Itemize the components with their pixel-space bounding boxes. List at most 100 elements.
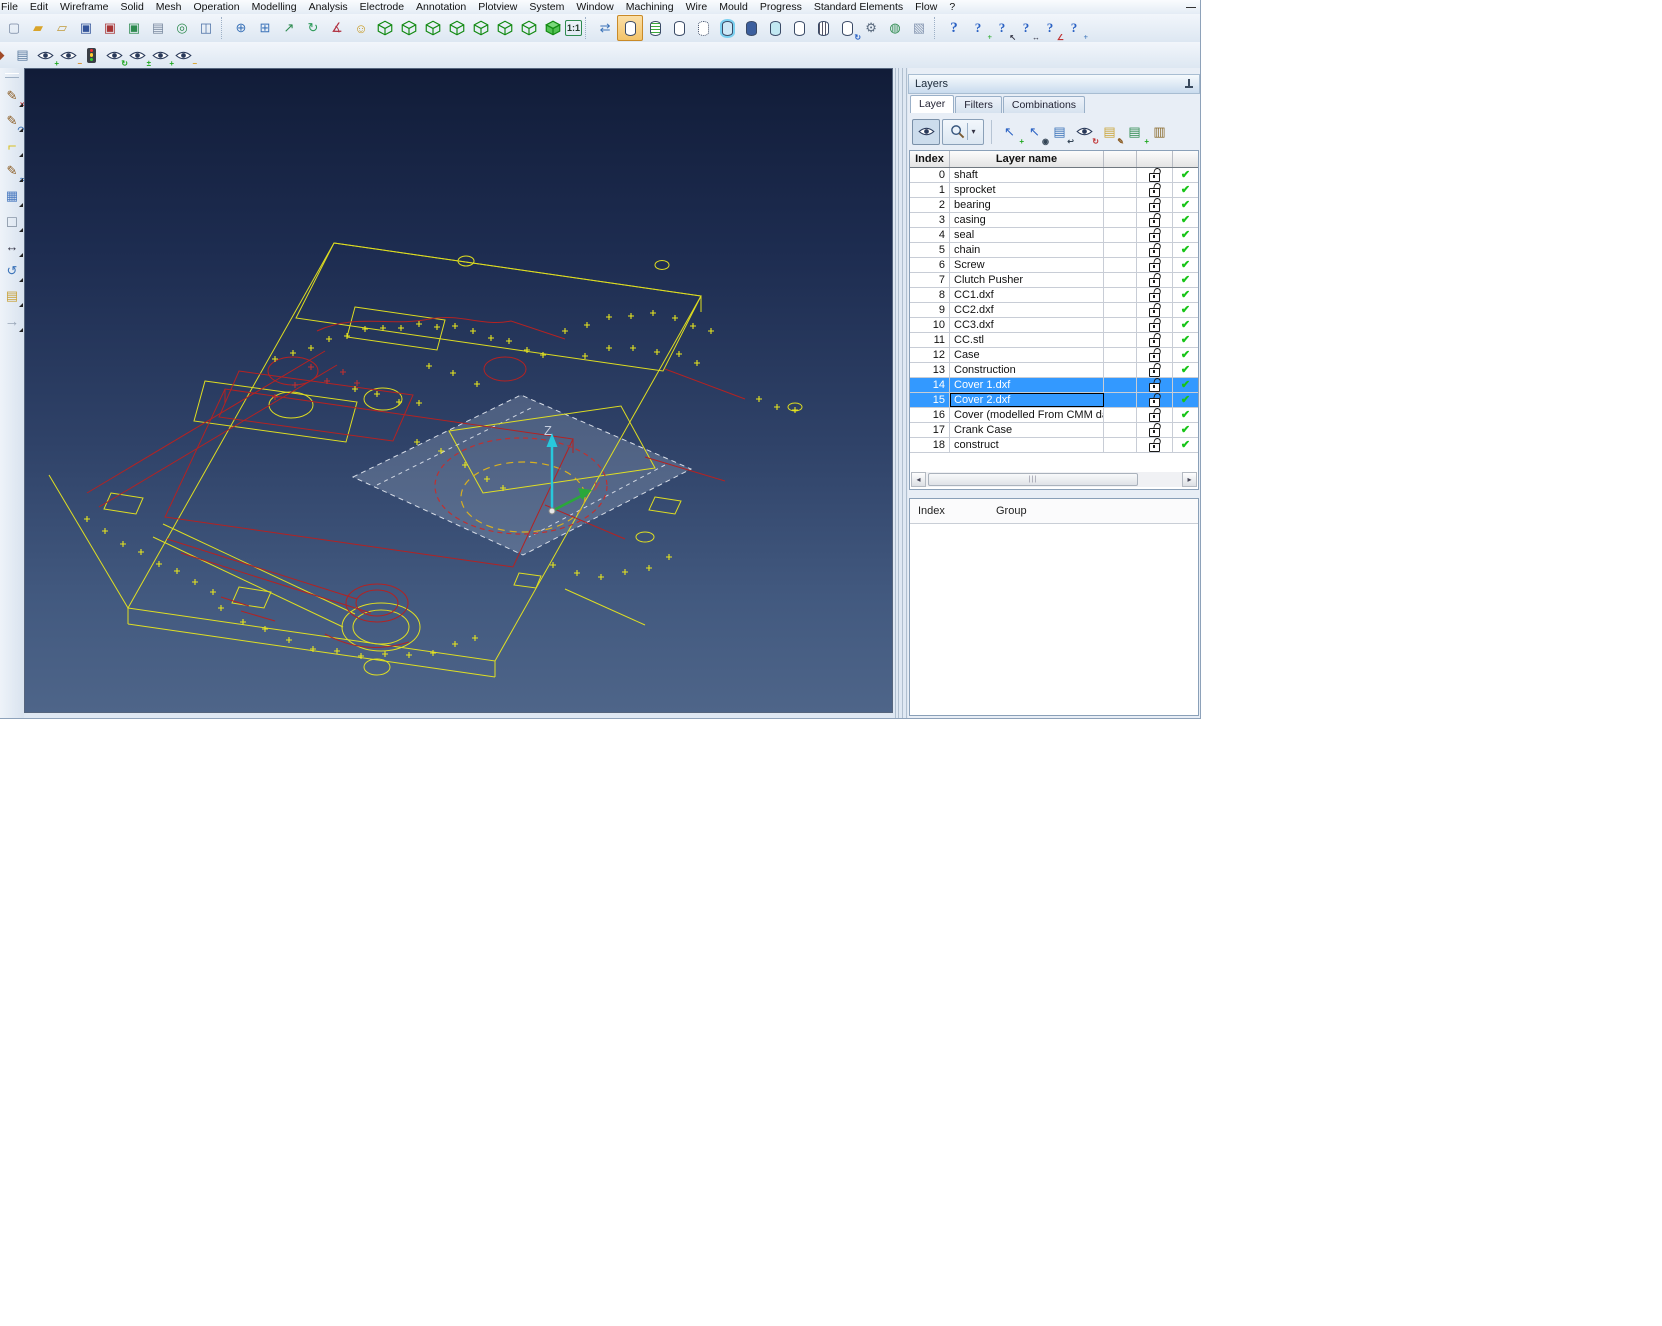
transparent-mode-icon[interactable]: [763, 16, 787, 40]
dimension-tool[interactable]: ↔: [2, 235, 23, 257]
rotate-view-icon[interactable]: ↻: [301, 16, 325, 40]
menu-item[interactable]: Window: [570, 1, 619, 13]
refresh-visibility-icon[interactable]: ↻: [103, 44, 126, 66]
menu-item[interactable]: Edit: [24, 1, 54, 13]
visible-check-icon[interactable]: ✔: [1181, 410, 1190, 421]
find-layer-button[interactable]: ▾: [942, 119, 984, 145]
help-add-icon[interactable]: ?+: [966, 16, 990, 40]
menu-item[interactable]: Analysis: [303, 1, 354, 13]
move-to-layer-icon[interactable]: ▤↩: [1047, 120, 1072, 144]
pan-icon[interactable]: ↗: [277, 16, 301, 40]
hide-all-icon[interactable]: −: [172, 44, 195, 66]
column-header-group[interactable]: Group: [996, 505, 1198, 517]
unlocked-icon[interactable]: [1149, 353, 1160, 362]
unlocked-icon[interactable]: [1149, 428, 1160, 437]
show-layer-entities-button[interactable]: [912, 119, 940, 145]
snapshot-icon[interactable]: ▤: [11, 44, 34, 66]
unlocked-icon[interactable]: [1149, 398, 1160, 407]
pin-icon[interactable]: [1183, 79, 1193, 89]
layer-row[interactable]: 10 CC3.dxf ✔: [910, 318, 1198, 333]
help-angle-icon[interactable]: ?∠: [1038, 16, 1062, 40]
unlocked-icon[interactable]: [1149, 413, 1160, 422]
layer-row[interactable]: 0 shaft ✔: [910, 168, 1198, 183]
unlocked-icon[interactable]: [1149, 218, 1160, 227]
visible-check-icon[interactable]: ✔: [1181, 365, 1190, 376]
print-icon[interactable]: ▤: [146, 16, 170, 40]
menu-item[interactable]: Plotview: [472, 1, 523, 13]
tab-filters[interactable]: Filters: [955, 96, 1002, 113]
cam-tool[interactable]: ▤: [2, 285, 23, 307]
layer-row[interactable]: 15 Cover 2.dxf ✔: [910, 393, 1198, 408]
visible-check-icon[interactable]: ✔: [1181, 395, 1190, 406]
column-header-blank[interactable]: [1104, 151, 1137, 167]
menu-item[interactable]: Flow: [909, 1, 943, 13]
entity-filter-icon[interactable]: [80, 44, 103, 66]
scrollbar-thumb[interactable]: |||: [928, 473, 1138, 486]
surface-tool[interactable]: ▦: [2, 185, 23, 207]
redline-icon[interactable]: ◆: [0, 44, 11, 66]
shaded-view-icon[interactable]: ☺: [349, 16, 373, 40]
visible-check-icon[interactable]: ✔: [1181, 305, 1190, 316]
column-header-layer-name[interactable]: Layer name: [950, 151, 1104, 167]
add-to-selection-icon[interactable]: ↖+: [997, 120, 1022, 144]
save-icon[interactable]: ▣: [74, 16, 98, 40]
tab-combinations[interactable]: Combinations: [1003, 96, 1085, 113]
layer-row[interactable]: 16 Cover (modelled From CMM dat ✔: [910, 408, 1198, 423]
edit-spline-tool[interactable]: ✎≈: [2, 160, 23, 182]
front-view-icon[interactable]: [397, 16, 421, 40]
shaded-wire-mode-icon[interactable]: [715, 16, 739, 40]
edit-point-tool[interactable]: ✎×: [2, 85, 23, 107]
layer-row[interactable]: 2 bearing ✔: [910, 198, 1198, 213]
regen-icon[interactable]: ⇄: [593, 16, 617, 40]
save-as-icon[interactable]: ▣: [98, 16, 122, 40]
unlocked-icon[interactable]: [1149, 263, 1160, 272]
column-header-index[interactable]: Index: [910, 151, 950, 167]
select-visible-icon[interactable]: ↖◉: [1022, 120, 1047, 144]
back-view-icon[interactable]: [421, 16, 445, 40]
menu-item[interactable]: Mould: [713, 1, 754, 13]
top-view-icon[interactable]: [493, 16, 517, 40]
visible-check-icon[interactable]: ✔: [1181, 215, 1190, 226]
visible-check-icon[interactable]: ✔: [1181, 440, 1190, 451]
shaded-mode-icon[interactable]: [739, 16, 763, 40]
analysis-tool[interactable]: ↺: [2, 260, 23, 282]
layer-row[interactable]: 17 Crank Case ✔: [910, 423, 1198, 438]
unlocked-icon[interactable]: [1149, 278, 1160, 287]
visible-check-icon[interactable]: ✔: [1181, 170, 1190, 181]
flat-mode-icon[interactable]: [787, 16, 811, 40]
context-arrow-tool[interactable]: →: [2, 310, 23, 332]
new-file-icon[interactable]: ▢: [2, 16, 26, 40]
unlocked-icon[interactable]: [1149, 443, 1160, 452]
viewport-3d[interactable]: Z y: [24, 68, 893, 713]
panel-splitter[interactable]: [893, 68, 908, 718]
help-icon[interactable]: ?: [942, 16, 966, 40]
menu-item[interactable]: Wireframe: [54, 1, 114, 13]
unlocked-icon[interactable]: [1149, 308, 1160, 317]
hidden-line-mode-icon[interactable]: [643, 16, 667, 40]
unlocked-icon[interactable]: [1149, 368, 1160, 377]
scroll-left-arrow[interactable]: ◂: [911, 472, 926, 487]
visible-check-icon[interactable]: ✔: [1181, 275, 1190, 286]
menu-item[interactable]: Mesh: [150, 1, 188, 13]
open-document-icon[interactable]: ▱: [50, 16, 74, 40]
toggle-visibility-icon[interactable]: ↻: [1072, 120, 1097, 144]
edit-curve-tool[interactable]: ✎◠: [2, 110, 23, 132]
unlocked-icon[interactable]: [1149, 293, 1160, 302]
unlocked-icon[interactable]: [1149, 383, 1160, 392]
scrollbar-track[interactable]: |||: [926, 472, 1182, 487]
show-entities-icon[interactable]: +: [34, 44, 57, 66]
right-view-icon[interactable]: [469, 16, 493, 40]
layer-row[interactable]: 8 CC1.dxf ✔: [910, 288, 1198, 303]
open-folder-icon[interactable]: ▰: [26, 16, 50, 40]
bottom-view-icon[interactable]: [517, 16, 541, 40]
visible-check-icon[interactable]: ✔: [1181, 290, 1190, 301]
layer-row[interactable]: 7 Clutch Pusher ✔: [910, 273, 1198, 288]
profile-tool[interactable]: ⌐: [2, 135, 23, 157]
layer-row[interactable]: 5 chain ✔: [910, 243, 1198, 258]
menu-item[interactable]: Machining: [620, 1, 680, 13]
help-point-icon[interactable]: ?+: [1062, 16, 1086, 40]
hide-entities-icon[interactable]: −: [57, 44, 80, 66]
menu-item[interactable]: Annotation: [410, 1, 472, 13]
web-settings-icon[interactable]: ◍: [883, 16, 907, 40]
solid-tool[interactable]: ◻: [2, 210, 23, 232]
